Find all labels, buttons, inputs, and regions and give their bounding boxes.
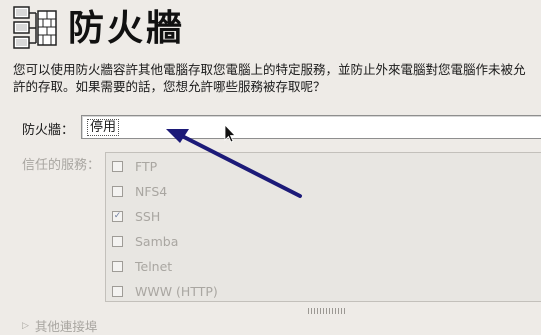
service-item-nfs4[interactable]: NFS4 — [112, 182, 167, 200]
firewall-network-icon — [13, 6, 57, 49]
service-item-ssh[interactable]: ✓ SSH — [112, 207, 160, 225]
page-title: 防火牆 — [68, 7, 186, 49]
checkbox[interactable] — [112, 285, 123, 297]
service-item-telnet[interactable]: Telnet — [112, 257, 172, 275]
service-name: Samba — [135, 233, 179, 249]
checkbox[interactable] — [112, 160, 123, 172]
service-name: SSH — [135, 208, 161, 224]
trusted-services-list: FTP NFS4 ✓ SSH Samba Telnet WWW (HTTP) — [105, 152, 541, 302]
firewall-config-window: 防火牆 您可以使用防火牆容許其他電腦存取您電腦上的特定服務，並防止外來電腦對您電… — [0, 0, 541, 335]
service-name: WWW (HTTP) — [135, 283, 218, 299]
firewall-select[interactable]: 停用 — [81, 115, 541, 139]
other-ports-label: 其他連接埠 — [34, 319, 98, 334]
expander-arrow-icon: ▷ — [22, 320, 29, 331]
other-ports-expander[interactable]: ▷ 其他連接埠 — [22, 316, 97, 335]
service-name: NFS4 — [135, 183, 168, 199]
firewall-select-value: 停用 — [87, 119, 120, 136]
firewall-label: 防火牆： — [22, 123, 75, 138]
checkbox[interactable] — [112, 260, 123, 272]
checkbox[interactable] — [112, 235, 123, 247]
service-item-ftp[interactable]: FTP — [112, 157, 157, 175]
service-item-samba[interactable]: Samba — [112, 232, 178, 250]
trusted-services-label: 信任的服務： — [22, 158, 101, 173]
service-name: FTP — [135, 158, 158, 174]
header: 防火牆 — [12, 4, 185, 52]
service-name: Telnet — [135, 258, 173, 274]
checkbox[interactable] — [112, 185, 123, 197]
checkbox-checked[interactable]: ✓ — [112, 210, 123, 222]
service-item-www[interactable]: WWW (HTTP) — [112, 282, 218, 300]
description-text: 您可以使用防火牆容許其他電腦存取您電腦上的特定服務，並防止外來電腦對您電腦作未被… — [13, 62, 526, 94]
resize-grip[interactable] — [308, 308, 346, 314]
